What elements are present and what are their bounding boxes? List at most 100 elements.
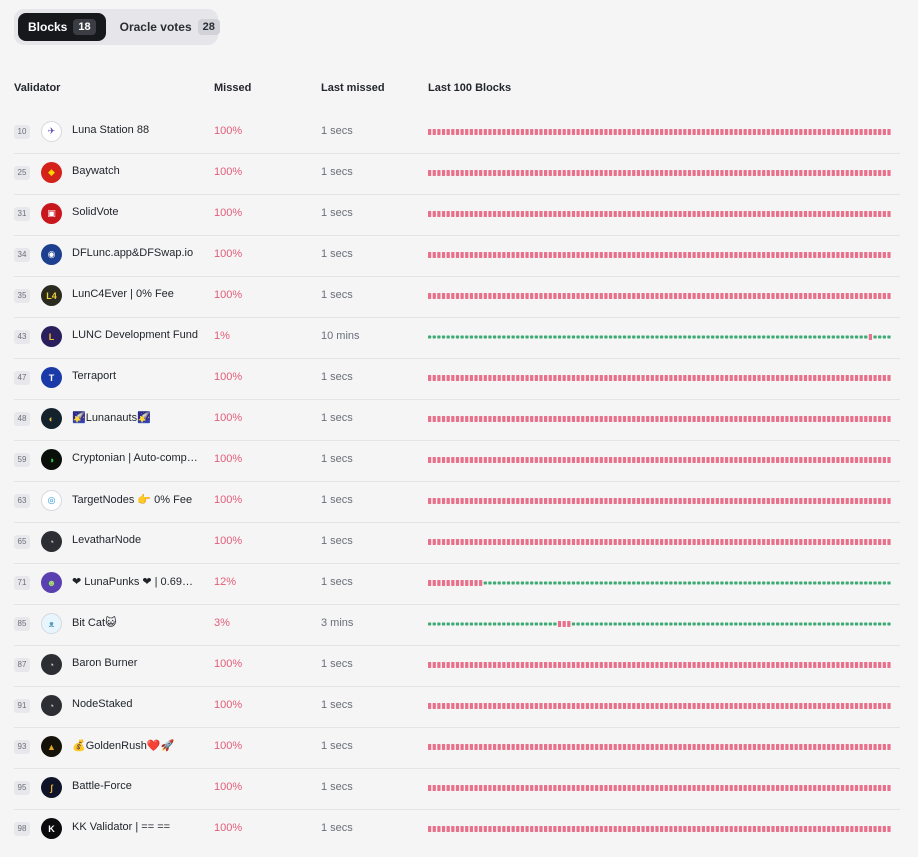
validator-name-link[interactable]: 🌠Lunanauts🌠 — [72, 411, 202, 424]
table-row[interactable]: 43 L LUNC Development Fund 1% 10 mins — [14, 318, 900, 359]
validator-name-link[interactable]: LUNC Development Fund — [72, 329, 202, 341]
table-row[interactable]: 59 ◑ Cryptonian | Auto-compound 100% 1 secs — [14, 441, 900, 482]
block-missed — [441, 826, 446, 832]
table-row[interactable]: 98 K KK Validator | == == 100% 1 secs — [14, 810, 900, 851]
block-missed — [711, 826, 715, 832]
validator-name-link[interactable]: 💰GoldenRush❤️🚀 — [72, 739, 202, 752]
block-missed — [882, 375, 886, 381]
table-row[interactable]: 25 ◆ Baywatch 100% 1 secs — [14, 154, 900, 195]
block-missed — [789, 703, 794, 709]
block-missed — [613, 252, 617, 258]
block-missed — [437, 785, 441, 791]
block-signed — [683, 622, 687, 626]
validator-rank-badge: 91 — [14, 699, 30, 713]
block-missed — [776, 375, 780, 381]
table-row[interactable]: 85 ᴥ Bit Cat😺 3% 3 mins — [14, 605, 900, 646]
validator-name-link[interactable]: NodeStaked — [72, 698, 202, 710]
block-missed — [428, 416, 432, 422]
table-row[interactable]: 65 ◔ LevatharNode 100% 1 secs — [14, 523, 900, 564]
block-missed — [581, 785, 585, 791]
validator-name-link[interactable]: KK Validator | == == — [72, 821, 202, 833]
block-missed — [762, 498, 766, 504]
table-row[interactable]: 35 L4 LunC4Ever | 0% Fee 100% 1 secs — [14, 277, 900, 318]
block-missed — [539, 703, 543, 709]
validator-name-link[interactable]: Battle-Force — [72, 780, 202, 792]
validator-rank-badge: 43 — [14, 330, 30, 344]
validator-name-link[interactable]: Terraport — [72, 370, 202, 382]
block-signed — [734, 581, 738, 585]
block-missed — [701, 785, 705, 791]
table-row[interactable]: 71 ☻ ❤ LunaPunks ❤ | 0.69% Fee 12% 1 secs — [14, 564, 900, 605]
block-signed — [502, 335, 506, 339]
validator-name-link[interactable]: Luna Station 88 — [72, 124, 202, 136]
block-missed — [581, 744, 585, 750]
block-missed — [850, 498, 854, 504]
tab-blocks[interactable]: Blocks 18 — [18, 13, 106, 41]
block-signed — [794, 622, 798, 626]
block-missed — [697, 170, 701, 176]
block-signed — [864, 622, 868, 626]
block-missed — [706, 416, 710, 422]
table-row[interactable]: 31 ▣ SolidVote 100% 1 secs — [14, 195, 900, 236]
table-row[interactable]: 91 ◔ NodeStaked 100% 1 secs — [14, 687, 900, 728]
validator-name-link[interactable]: ❤ LunaPunks ❤ | 0.69% Fee — [72, 575, 202, 588]
block-missed — [618, 539, 622, 545]
validator-name-link[interactable]: LevatharNode — [72, 534, 202, 546]
table-row[interactable]: 48 ◐ 🌠Lunanauts🌠 100% 1 secs — [14, 400, 900, 441]
table-row[interactable]: 63 ◎ TargetNodes 👉 0% Fee 100% 1 secs — [14, 482, 900, 523]
block-missed — [428, 457, 432, 463]
validator-rank-badge: 93 — [14, 740, 30, 754]
block-missed — [469, 211, 473, 217]
validator-name-link[interactable]: Cryptonian | Auto-compound — [72, 452, 202, 464]
last-missed-time: 1 secs — [321, 207, 353, 219]
block-missed — [441, 129, 446, 135]
table-row[interactable]: 93 ▲ 💰GoldenRush❤️🚀 100% 1 secs — [14, 728, 900, 769]
block-missed — [525, 457, 529, 463]
block-missed — [724, 662, 729, 668]
last-100-blocks-bar — [428, 211, 891, 217]
block-missed — [571, 744, 576, 750]
block-missed — [864, 211, 868, 217]
block-missed — [803, 457, 808, 463]
table-row[interactable]: 47 T Terraport 100% 1 secs — [14, 359, 900, 400]
block-missed — [460, 826, 464, 832]
validator-name-link[interactable]: TargetNodes 👉 0% Fee — [72, 493, 202, 506]
block-missed — [734, 662, 738, 668]
block-signed — [720, 581, 724, 585]
validator-name-link[interactable]: DFLunc.app&DFSwap.io — [72, 247, 202, 259]
block-missed — [873, 375, 877, 381]
block-missed — [701, 703, 705, 709]
validator-name-link[interactable]: SolidVote — [72, 206, 202, 218]
block-missed — [562, 170, 566, 176]
table-row[interactable]: 95 ʃ Battle-Force 100% 1 secs — [14, 769, 900, 810]
last-missed-time: 1 secs — [321, 576, 353, 588]
block-missed — [827, 252, 831, 258]
block-missed — [618, 744, 622, 750]
block-signed — [771, 335, 775, 339]
block-missed — [687, 744, 692, 750]
block-missed — [715, 252, 719, 258]
block-missed — [446, 498, 450, 504]
block-missed — [850, 744, 854, 750]
block-missed — [673, 252, 678, 258]
block-missed — [808, 457, 812, 463]
validator-name-link[interactable]: Baywatch — [72, 165, 202, 177]
validator-name-link[interactable]: Baron Burner — [72, 657, 202, 669]
block-missed — [492, 375, 497, 381]
block-missed — [465, 498, 469, 504]
block-signed — [646, 622, 650, 626]
block-missed — [711, 252, 715, 258]
block-missed — [581, 129, 585, 135]
block-missed — [878, 498, 882, 504]
block-missed — [618, 252, 622, 258]
block-missed — [641, 703, 645, 709]
avatar-glyph: ᴥ — [48, 618, 55, 629]
tab-oracle-votes[interactable]: Oracle votes 28 — [110, 13, 230, 41]
validator-name-link[interactable]: Bit Cat😺 — [72, 616, 202, 629]
table-row[interactable]: 34 ◉ DFLunc.app&DFSwap.io 100% 1 secs — [14, 236, 900, 277]
table-row[interactable]: 87 ◔ Baron Burner 100% 1 secs — [14, 646, 900, 687]
validator-name-link[interactable]: LunC4Ever | 0% Fee — [72, 288, 202, 300]
block-missed — [595, 129, 599, 135]
block-missed — [706, 662, 710, 668]
table-row[interactable]: 10 ✈ Luna Station 88 100% 1 secs — [14, 113, 900, 154]
